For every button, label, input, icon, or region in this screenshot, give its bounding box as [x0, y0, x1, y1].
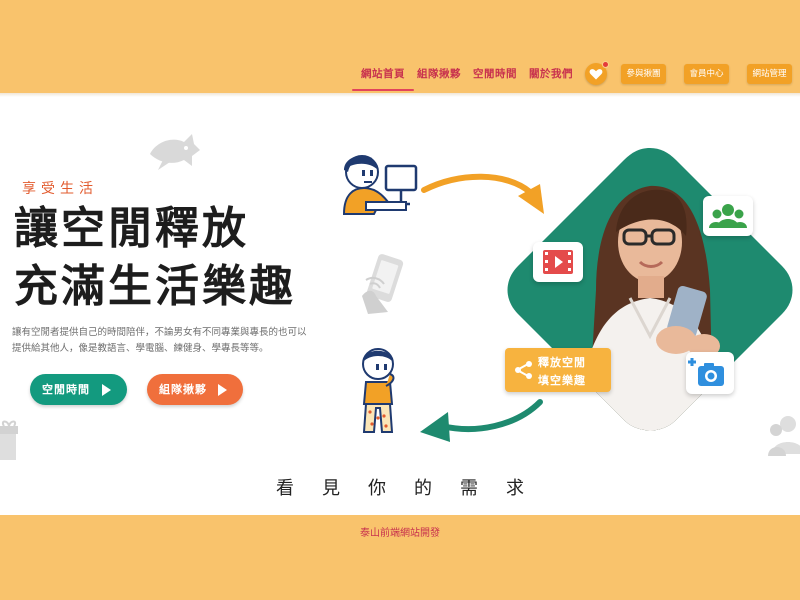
fish-icon — [150, 134, 200, 170]
footer-credit: 泰山前端網站開發 — [360, 528, 440, 539]
share-line2: 填空樂趣 — [538, 374, 586, 387]
add-photo-icon — [688, 358, 724, 386]
gift-icon — [0, 420, 18, 460]
free-time-cta-label: 空閒時間 — [42, 383, 90, 396]
hero-title-line2: 充滿生活樂趣 — [14, 261, 296, 312]
video-icon — [543, 250, 573, 274]
favorites-button[interactable] — [585, 61, 609, 85]
hero-photo-frame — [507, 148, 793, 431]
member-center-button[interactable]: 會員中心 — [684, 64, 729, 84]
nav-team-up[interactable]: 組隊揪夥 — [417, 66, 461, 84]
community-card — [703, 196, 753, 236]
share-badge[interactable]: 釋放空閒 填空樂趣 — [505, 348, 611, 392]
team-up-cta-label: 組隊揪夥 — [159, 383, 207, 396]
notification-dot — [602, 61, 609, 68]
header-divider — [0, 93, 800, 97]
hero-kicker: 享受生活 — [22, 181, 98, 197]
person-at-computer-illustration — [342, 155, 418, 215]
video-card — [533, 242, 583, 282]
play-arrow-icon — [218, 384, 227, 396]
site-admin-button[interactable]: 網站管理 — [747, 64, 792, 84]
thinking-person-illustration — [362, 348, 395, 433]
join-group-button[interactable]: 參與揪團 — [621, 64, 666, 84]
share-icon — [515, 361, 532, 379]
team-up-cta-button[interactable]: 組隊揪夥 — [147, 374, 243, 405]
share-line1: 釋放空閒 — [538, 356, 586, 369]
nav-about-us[interactable]: 關於我們 — [529, 66, 573, 84]
play-arrow-icon — [102, 384, 111, 396]
hero-description: 讓有空閒者提供自己的時間陪伴，不論男女有不同專業與專長的也可以提供給其他人，像是… — [12, 327, 307, 354]
hero-title-line1: 讓空閒釋放 — [14, 203, 249, 254]
free-time-cta-button[interactable]: 空閒時間 — [30, 374, 127, 405]
nav-home[interactable]: 網站首頁 — [352, 66, 414, 91]
nav-free-time[interactable]: 空閒時間 — [473, 66, 517, 84]
people-icon — [709, 204, 747, 228]
photo-card — [686, 352, 734, 394]
phone-hand-icon — [362, 254, 404, 314]
section-title: 看見你的需求 — [276, 478, 552, 499]
